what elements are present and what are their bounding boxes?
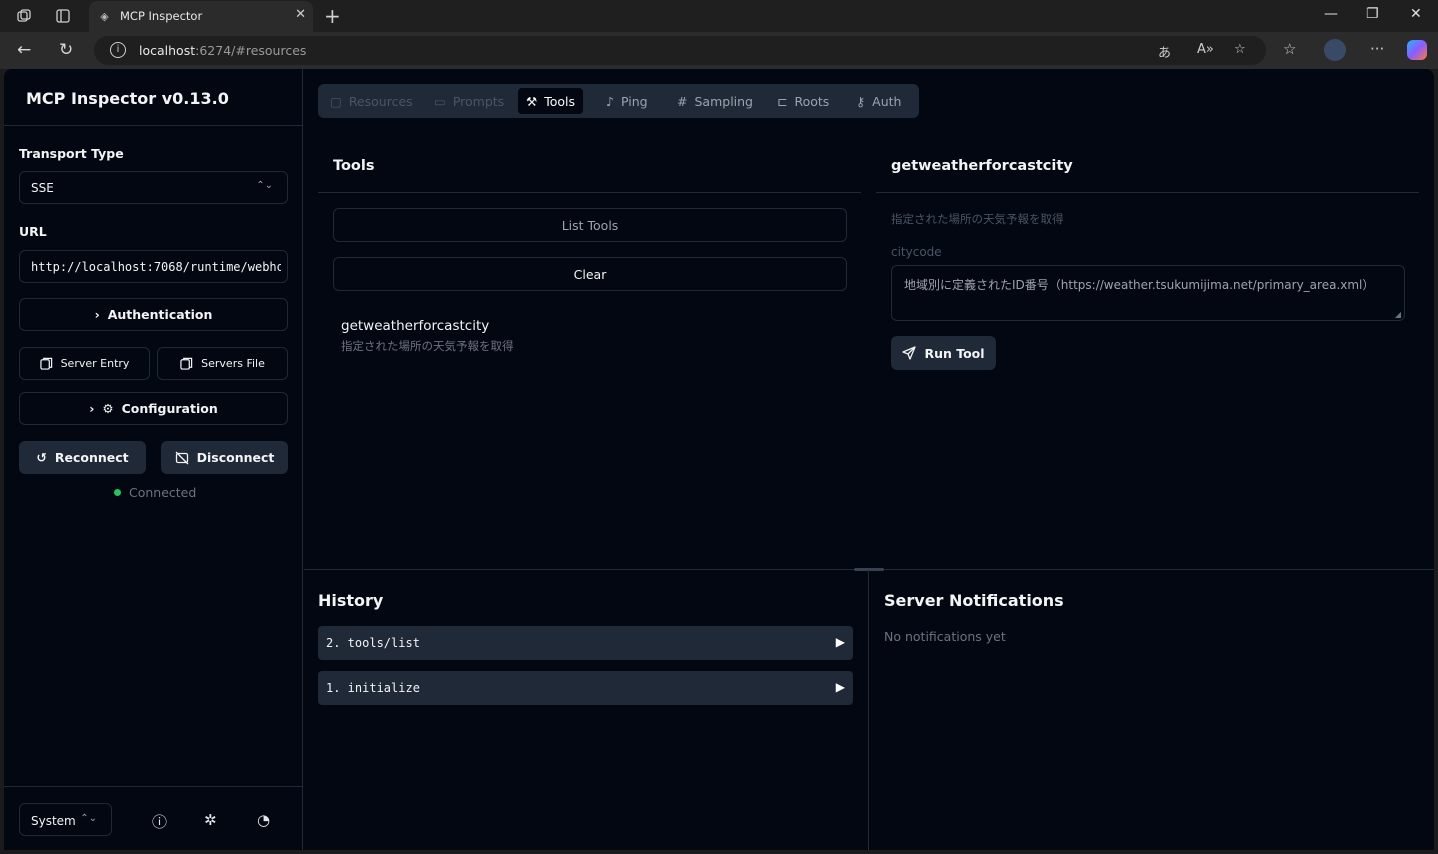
- bell-icon: ♪: [606, 93, 614, 109]
- tool-list-item-name[interactable]: getweatherforcastcity: [341, 318, 489, 334]
- vertical-tabs-icon[interactable]: [53, 6, 73, 26]
- history-item[interactable]: 2. tools/list ▶: [318, 626, 853, 660]
- tool-list-item-description: 指定された場所の天気予報を取得: [341, 339, 514, 353]
- browser-tab[interactable]: ◈ MCP Inspector ✕: [89, 1, 313, 32]
- url-label: URL: [19, 224, 47, 239]
- authentication-toggle[interactable]: › Authentication: [19, 298, 288, 331]
- url-text: localhost:6274/#resources: [139, 43, 307, 58]
- citycode-textarea[interactable]: 地域別に定義されたID番号（https://weather.tsukumijim…: [891, 265, 1405, 321]
- list-tools-button[interactable]: List Tools: [333, 208, 847, 242]
- tab-roots[interactable]: ⊏ Roots: [769, 88, 837, 114]
- server-entry-button[interactable]: Server Entry: [19, 347, 150, 380]
- theme-select[interactable]: System ⌃⌄: [19, 803, 112, 836]
- run-tool-button[interactable]: Run Tool: [891, 336, 996, 370]
- tab-sampling[interactable]: # Sampling: [669, 88, 761, 114]
- favorite-star-icon[interactable]: ☆: [1234, 42, 1246, 57]
- profile-avatar[interactable]: [1324, 39, 1346, 61]
- divider: [868, 570, 869, 850]
- tab-ping[interactable]: ♪ Ping: [598, 88, 656, 114]
- close-tab-icon[interactable]: ✕: [295, 7, 306, 22]
- gear-icon: ⚙: [102, 401, 114, 416]
- chevron-updown-icon: ⌃⌄: [256, 180, 273, 191]
- clear-button[interactable]: Clear: [333, 257, 847, 291]
- citycode-label: citycode: [891, 245, 942, 259]
- restore-icon[interactable]: ❐: [1366, 6, 1379, 22]
- resize-grip-icon[interactable]: ◢: [1395, 310, 1401, 319]
- chevron-right-icon: ›: [89, 401, 95, 416]
- status-dot-icon: [114, 489, 121, 496]
- key-icon: ⚷: [856, 93, 866, 109]
- hash-icon: #: [677, 93, 688, 109]
- history-title: History: [318, 591, 384, 610]
- transport-type-select[interactable]: SSE ⌃⌄: [19, 171, 288, 204]
- history-item[interactable]: 1. initialize ▶: [318, 671, 853, 705]
- back-icon[interactable]: ←: [17, 40, 31, 60]
- expand-triangle-icon[interactable]: ▶: [836, 635, 845, 649]
- citycode-placeholder: 地域別に定義されたID番号（https://weather.tsukumijim…: [904, 278, 1375, 292]
- tab-resources[interactable]: ▢ Resources: [322, 88, 421, 114]
- bottom-panels: History 2. tools/list ▶ 1. initialize ▶ …: [304, 568, 1434, 850]
- servers-file-button[interactable]: Servers File: [157, 347, 288, 380]
- divider: [318, 192, 861, 193]
- translate-icon[interactable]: あ: [1158, 42, 1171, 61]
- app-title: MCP Inspector v0.13.0: [26, 89, 229, 108]
- close-window-icon[interactable]: ✕: [1410, 6, 1422, 22]
- hammer-icon: ⚒: [526, 93, 538, 109]
- notifications-empty-text: No notifications yet: [884, 629, 1006, 644]
- sidebar-footer: System ⌃⌄ ⓘ ✲ ◔: [4, 786, 303, 850]
- site-info-icon[interactable]: i: [110, 42, 126, 58]
- rotate-icon: ↺: [36, 450, 47, 465]
- copy-icon: [180, 357, 193, 370]
- browser-tab-title: MCP Inspector: [120, 9, 203, 23]
- main-tabs: ▢ Resources ▭ Prompts ⚒ Tools ♪ Ping # Sampli…: [318, 84, 919, 118]
- address-bar: ← ↻ i localhost:6274/#resources あ A» ☆: [0, 32, 1438, 69]
- reload-icon[interactable]: ↻: [59, 40, 73, 60]
- minimize-icon[interactable]: —: [1324, 6, 1338, 22]
- unplug-icon: [175, 451, 189, 465]
- url-input[interactable]: http://localhost:7068/runtime/webhooks: [19, 250, 288, 283]
- bug-icon[interactable]: ✲: [204, 811, 217, 829]
- tool-detail-title: getweatherforcastcity: [891, 158, 1073, 174]
- send-icon: [902, 346, 917, 360]
- resize-handle[interactable]: [854, 568, 884, 571]
- read-aloud-icon[interactable]: A»: [1197, 42, 1214, 57]
- server-notifications-title: Server Notifications: [884, 591, 1064, 610]
- tools-panel-title: Tools: [333, 158, 375, 174]
- sidebar-header: MCP Inspector v0.13.0: [4, 69, 303, 126]
- copy-icon: [39, 357, 53, 370]
- copilot-icon[interactable]: [1407, 40, 1427, 60]
- mcp-inspector-app: MCP Inspector v0.13.0 Transport Type SSE…: [4, 69, 1434, 850]
- configuration-toggle[interactable]: › ⚙ Configuration: [19, 392, 288, 425]
- github-icon[interactable]: ◔: [257, 811, 270, 829]
- reconnect-button[interactable]: ↺ Reconnect: [19, 441, 146, 474]
- divider: [876, 192, 1419, 193]
- tool-detail-description: 指定された場所の天気予報を取得: [891, 212, 1064, 226]
- workspaces-icon[interactable]: [14, 6, 34, 26]
- message-icon: ▭: [434, 93, 446, 109]
- help-icon[interactable]: ⓘ: [152, 811, 167, 832]
- disconnect-button[interactable]: Disconnect: [161, 441, 288, 474]
- chevron-updown-icon: ⌃⌄: [80, 813, 97, 824]
- tab-auth[interactable]: ⚷ Auth: [848, 88, 909, 114]
- more-icon[interactable]: ···: [1370, 40, 1384, 58]
- sidebar: MCP Inspector v0.13.0 Transport Type SSE…: [4, 69, 303, 850]
- chevron-right-icon: ›: [94, 307, 100, 322]
- folder-tree-icon: ⊏: [777, 93, 788, 109]
- connection-status: Connected: [114, 485, 196, 500]
- favorites-icon[interactable]: ☆: [1283, 40, 1296, 58]
- expand-triangle-icon[interactable]: ▶: [836, 680, 845, 694]
- url-field[interactable]: i localhost:6274/#resources あ A» ☆: [94, 36, 1266, 65]
- tab-prompts[interactable]: ▭ Prompts: [426, 88, 512, 114]
- browser-tab-bar: ◈ MCP Inspector ✕ + — ❐ ✕: [0, 0, 1438, 32]
- mcp-favicon-icon: ◈: [100, 10, 109, 23]
- file-icon: ▢: [330, 93, 342, 109]
- new-tab-icon[interactable]: +: [324, 4, 341, 28]
- tab-tools[interactable]: ⚒ Tools: [518, 88, 584, 114]
- transport-type-label: Transport Type: [19, 146, 124, 161]
